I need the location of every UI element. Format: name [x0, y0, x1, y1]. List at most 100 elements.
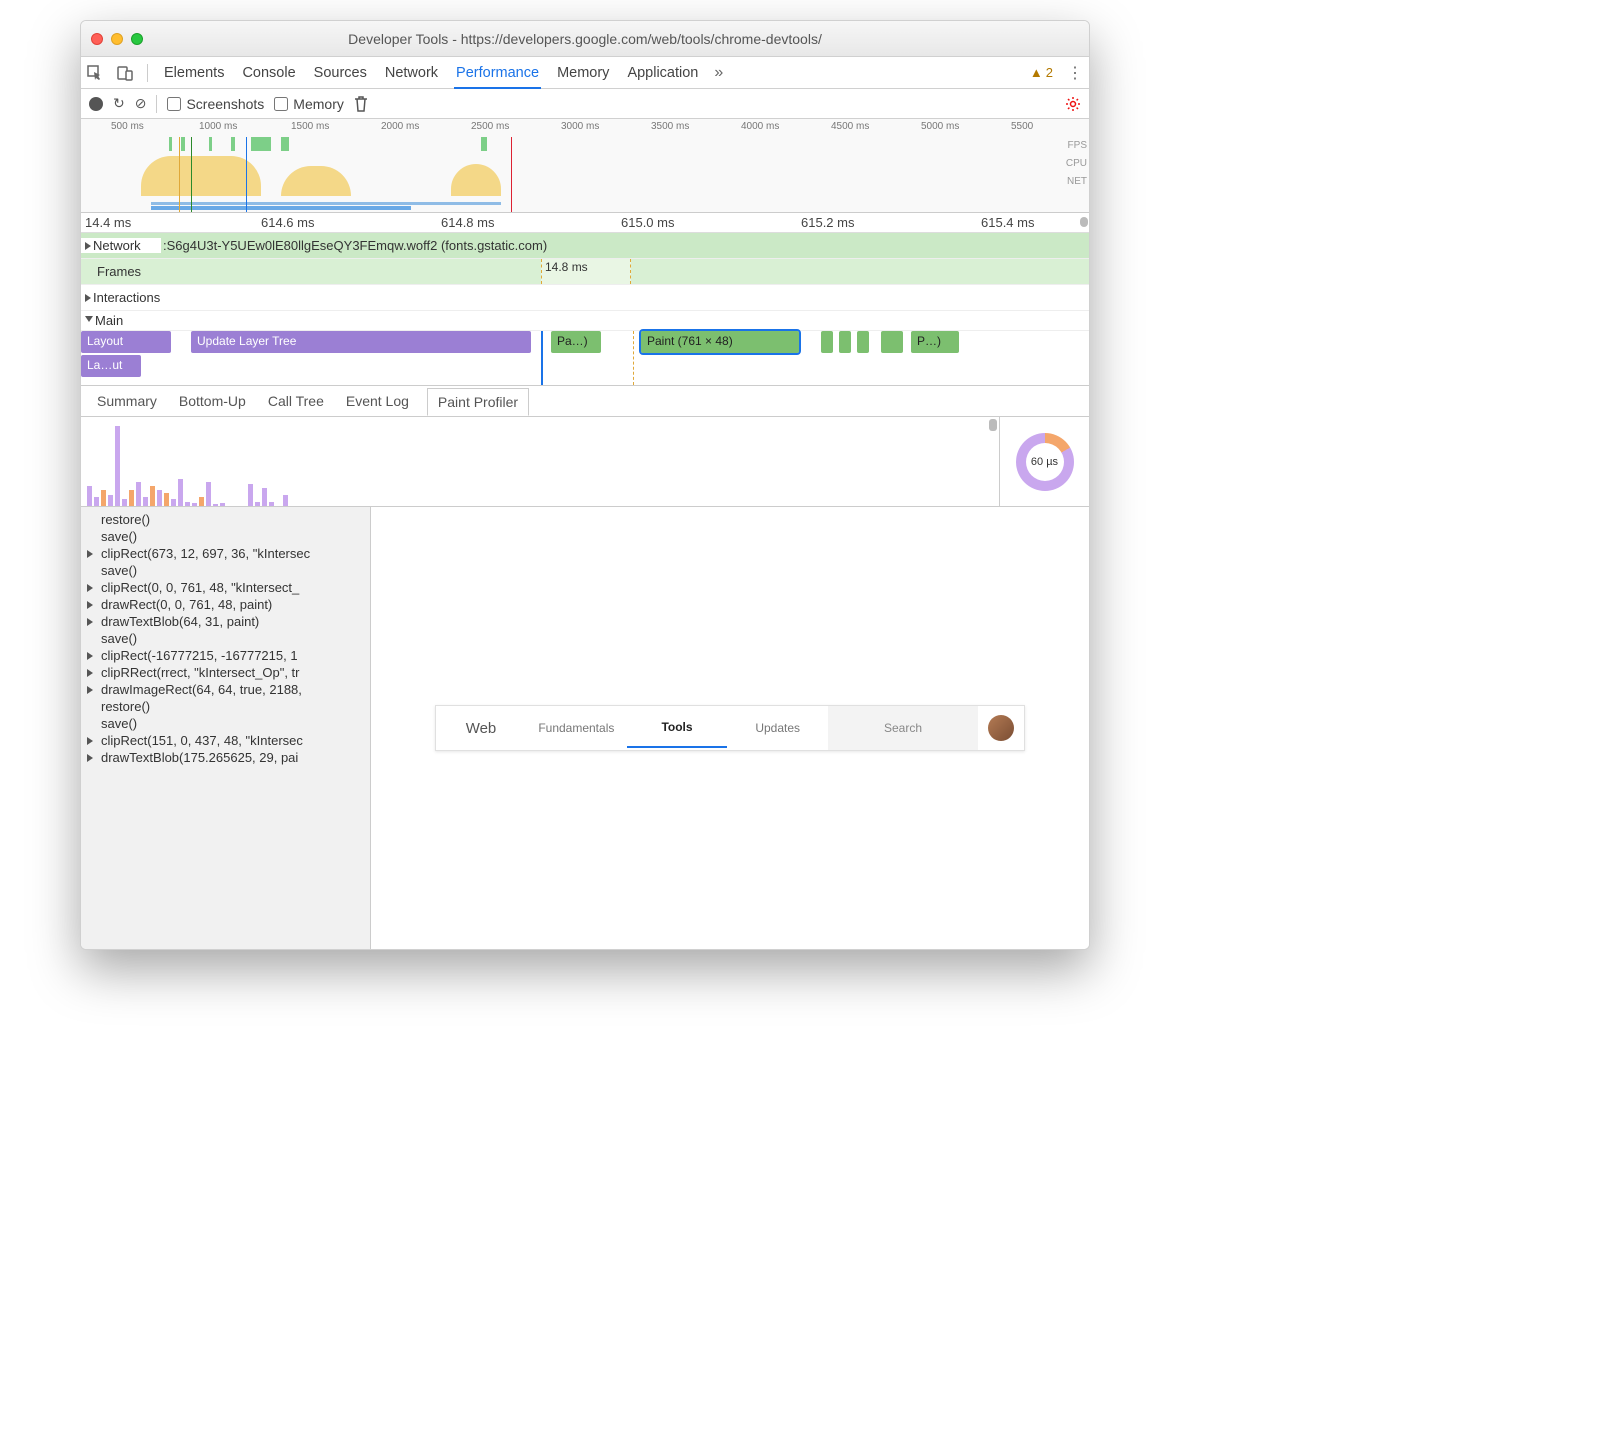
bar	[283, 495, 288, 506]
overview-lane-labels: FPSCPUNET	[1066, 137, 1087, 191]
inspect-icon[interactable]	[87, 65, 103, 81]
screenshots-label: Screenshots	[186, 96, 264, 112]
preview-link-fundamentals[interactable]: Fundamentals	[526, 721, 627, 735]
paint-log-line[interactable]: clipRect(151, 0, 437, 48, "kIntersec	[83, 732, 368, 749]
settings-icon[interactable]	[1065, 96, 1081, 112]
paint-log-line[interactable]: clipRRect(rrect, "kIntersect_Op", tr	[83, 664, 368, 681]
avatar[interactable]	[988, 715, 1014, 741]
titlebar: Developer Tools - https://developers.goo…	[81, 21, 1089, 57]
row-interactions[interactable]: Interactions	[81, 285, 1089, 311]
paint-profiler-chart[interactable]: 60 µs	[81, 417, 1089, 507]
event-layout-nested[interactable]: La…ut	[81, 355, 141, 377]
bar	[129, 490, 134, 506]
tab-call-tree[interactable]: Call Tree	[264, 387, 328, 415]
event-chunk[interactable]	[881, 331, 903, 353]
paint-log-line[interactable]: clipRect(673, 12, 697, 36, "kIntersec	[83, 545, 368, 562]
preview-title: Web	[436, 720, 526, 737]
row-frames[interactable]: Frames 14.8 ms	[81, 259, 1089, 285]
row-network[interactable]: Network :S6g4U3t-Y5UEw0lE80llgEseQY3FEmq…	[81, 233, 1089, 259]
profiler-donut: 60 µs	[999, 417, 1089, 506]
clear-button[interactable]: ⊘	[135, 95, 147, 112]
scroll-thumb[interactable]	[989, 419, 997, 431]
bar	[164, 493, 169, 506]
event-paint-selected[interactable]: Paint (761 × 48)	[641, 331, 799, 353]
paint-log-line[interactable]: save()	[83, 715, 368, 732]
network-request-label: :S6g4U3t-Y5UEw0lE80llgEseQY3FEmqw.woff2 …	[161, 238, 547, 253]
paint-command-log[interactable]: restore()save()clipRect(673, 12, 697, 36…	[81, 507, 371, 949]
event-chunk[interactable]	[821, 331, 833, 353]
tab-event-log[interactable]: Event Log	[342, 387, 413, 415]
frame-duration: 14.8 ms	[542, 260, 588, 274]
tab-application[interactable]: Application	[625, 65, 700, 81]
paint-log-line[interactable]: save()	[83, 630, 368, 647]
reload-button[interactable]: ↻	[113, 95, 125, 112]
bar	[248, 484, 253, 506]
bar	[157, 490, 162, 506]
paint-log-line[interactable]: clipRect(0, 0, 761, 48, "kIntersect_	[83, 579, 368, 596]
event-paint-tail[interactable]: P…)	[911, 331, 959, 353]
paint-log-line[interactable]: drawImageRect(64, 64, true, 2188,	[83, 681, 368, 698]
tab-network[interactable]: Network	[383, 65, 440, 81]
donut-total: 60 µs	[1031, 456, 1058, 468]
preview-navbar: Web Fundamentals Tools Updates Search	[435, 705, 1025, 751]
separator	[156, 95, 157, 113]
bar	[171, 499, 176, 506]
memory-checkbox[interactable]: Memory	[274, 96, 344, 112]
tab-paint-profiler[interactable]: Paint Profiler	[427, 388, 529, 416]
event-chunk[interactable]	[839, 331, 851, 353]
kebab-menu-icon[interactable]: ⋮	[1067, 63, 1083, 83]
preview-link-tools[interactable]: Tools	[627, 720, 728, 748]
bar	[143, 497, 148, 506]
main-thread-events: Layout Update Layer Tree Pa…) Paint (761…	[81, 331, 1089, 385]
preview-link-updates[interactable]: Updates	[727, 721, 828, 735]
trash-icon[interactable]	[354, 96, 368, 112]
profiler-bars	[81, 417, 999, 506]
panel-tabs: Elements Console Sources Network Perform…	[81, 57, 1089, 89]
event-chunk[interactable]	[857, 331, 869, 353]
paint-log-line[interactable]: save()	[83, 562, 368, 579]
frame-boundary	[633, 331, 634, 385]
more-tabs-icon[interactable]: »	[714, 64, 723, 82]
screenshots-checkbox[interactable]: Screenshots	[167, 96, 264, 112]
paint-log-line[interactable]: restore()	[83, 511, 368, 528]
paint-log-line[interactable]: restore()	[83, 698, 368, 715]
tab-sources[interactable]: Sources	[312, 65, 369, 81]
event-update-layer-tree[interactable]: Update Layer Tree	[191, 331, 531, 353]
memory-label: Memory	[293, 96, 344, 112]
warnings-badge[interactable]: ▲ 2	[1030, 65, 1053, 80]
bar	[262, 488, 267, 506]
event-layout[interactable]: Layout	[81, 331, 171, 353]
bar	[115, 426, 120, 506]
event-paint-small[interactable]: Pa…)	[551, 331, 601, 353]
perf-toolbar: ↻ ⊘ Screenshots Memory	[81, 89, 1089, 119]
flamechart[interactable]: 14.4 ms 614.6 ms 614.8 ms 615.0 ms 615.2…	[81, 213, 1089, 385]
time-cursor	[541, 331, 543, 385]
tab-elements[interactable]: Elements	[162, 65, 226, 81]
paint-log-line[interactable]: drawRect(0, 0, 761, 48, paint)	[83, 596, 368, 613]
row-main-header[interactable]: Main	[81, 311, 1089, 331]
bar	[178, 479, 183, 506]
paint-log-line[interactable]: drawTextBlob(175.265625, 29, pai	[83, 749, 368, 766]
bar	[192, 503, 197, 506]
device-icon[interactable]	[117, 65, 133, 81]
tab-memory[interactable]: Memory	[555, 65, 611, 81]
overview-ticks: 500 ms 1000 ms 1500 ms 2000 ms 2500 ms 3…	[81, 119, 1089, 137]
devtools-window: Developer Tools - https://developers.goo…	[80, 20, 1090, 950]
timeline-overview[interactable]: 500 ms 1000 ms 1500 ms 2000 ms 2500 ms 3…	[81, 119, 1089, 213]
bar	[136, 482, 141, 506]
paint-log-line[interactable]: save()	[83, 528, 368, 545]
bar	[87, 486, 92, 506]
bar	[255, 502, 260, 506]
tab-performance[interactable]: Performance	[454, 65, 541, 89]
preview-search[interactable]: Search	[828, 706, 978, 750]
bar	[199, 497, 204, 506]
paint-log-line[interactable]: clipRect(-16777215, -16777215, 1	[83, 647, 368, 664]
bar	[213, 504, 218, 506]
tab-console[interactable]: Console	[240, 65, 297, 81]
record-button[interactable]	[89, 97, 103, 111]
tab-summary[interactable]: Summary	[93, 387, 161, 415]
scroll-thumb[interactable]	[1080, 217, 1088, 227]
tab-bottom-up[interactable]: Bottom-Up	[175, 387, 250, 415]
paint-log-line[interactable]: drawTextBlob(64, 31, paint)	[83, 613, 368, 630]
details-tabs: Summary Bottom-Up Call Tree Event Log Pa…	[81, 385, 1089, 417]
